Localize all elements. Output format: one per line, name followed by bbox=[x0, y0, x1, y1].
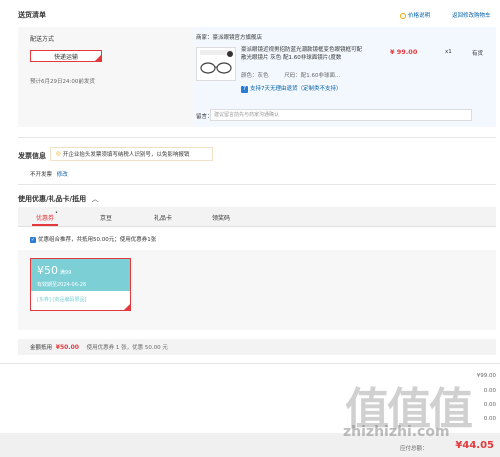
total-line-2: 0.00 bbox=[483, 388, 496, 394]
invoice-tip-text: 开企业抬头发票须填写纳税人识别号，以免影响报销 bbox=[62, 152, 190, 158]
product-thumbnail[interactable] bbox=[196, 47, 236, 81]
checkbox-checked-icon: ✓ bbox=[30, 236, 36, 243]
color-value: 灰色 bbox=[257, 73, 269, 79]
return-policy[interactable]: 7 支持7天无理由退货（定制类不支持） bbox=[241, 84, 342, 93]
active-tab-underline bbox=[32, 224, 58, 226]
chevron-up-icon: ︿ bbox=[91, 195, 99, 203]
spec-label: 尺码： bbox=[284, 73, 301, 79]
glasses-image bbox=[197, 48, 235, 80]
price-note-label: 价格说明 bbox=[408, 13, 431, 19]
delivery-eta: 预计6月29日24:00前发货 bbox=[30, 79, 95, 85]
spec-value: 配1.60非球面... bbox=[300, 73, 341, 79]
summary-label: 金额抵用 bbox=[30, 345, 53, 351]
active-dot-icon: • bbox=[55, 210, 58, 216]
product-name-link[interactable]: 豪派眼镜近视男招防蓝光潮款镜框变色眼镜框可配散光眼镜片 灰色 配1.60非球面镜… bbox=[241, 46, 367, 62]
location-pin-icon: ◎ bbox=[56, 151, 61, 157]
selected-corner-icon bbox=[95, 55, 101, 61]
total-line-4: 0.00 bbox=[483, 416, 496, 422]
section-divider bbox=[0, 363, 500, 364]
summary-amount: ¥50.00 bbox=[55, 344, 79, 351]
price-note-link[interactable]: 价格说明 bbox=[400, 11, 430, 19]
tab-gift-card[interactable]: 礼品卡 bbox=[154, 213, 172, 222]
stock-status: 有货 bbox=[472, 51, 484, 57]
color-label: 颜色： bbox=[241, 73, 258, 79]
tab-jd-beans[interactable]: 京豆 bbox=[100, 213, 112, 222]
invoice-edit-link[interactable]: 修改 bbox=[57, 172, 68, 178]
selected-corner-icon bbox=[124, 304, 130, 310]
seller-name: 商家：豪派眼镜官方旗舰店 bbox=[196, 35, 263, 41]
invoice-status-text: 不开发票 bbox=[30, 172, 53, 178]
discount-section-toggle[interactable]: 使用优惠/礼品卡/抵用 ︿ bbox=[18, 194, 99, 204]
watermark-url: zhizhizhi.com bbox=[343, 424, 450, 440]
shipping-method-label: 配送方式 bbox=[30, 36, 55, 43]
return-policy-icon: 7 bbox=[241, 86, 248, 93]
info-icon bbox=[400, 12, 406, 19]
product-specs: 颜色：灰色 尺码：配1.60非球面... bbox=[241, 71, 340, 79]
coupon-amount: ¥50 bbox=[37, 264, 58, 277]
product-quantity: x1 bbox=[445, 49, 452, 55]
checkout-page: 送货清单 价格说明 返回修改购物车 配送方式 快递运输 预计6月29日24:00… bbox=[0, 0, 500, 457]
total-line-1: ¥99.00 bbox=[476, 373, 496, 379]
coupon-card-header: ¥50 满99 有效期至2024-06-28 bbox=[31, 259, 130, 291]
section-divider bbox=[18, 184, 496, 185]
total-line-3: 0.00 bbox=[483, 402, 496, 408]
payable-amount: ¥44.05 bbox=[455, 440, 494, 451]
express-shipping-button[interactable]: 快递运输 bbox=[30, 50, 102, 62]
payable-label: 应付总额： bbox=[400, 446, 428, 452]
product-price: ¥ 99.00 bbox=[390, 48, 418, 56]
discount-section-title: 使用优惠/礼品卡/抵用 bbox=[18, 195, 87, 203]
return-edit-cart-link[interactable]: 返回修改购物车 bbox=[452, 11, 491, 19]
return-policy-label: 支持7天无理由退货（定制类不支持） bbox=[250, 86, 342, 92]
combo-recommend-text: 优惠组合推荐，共抵用50.00元；使用优惠券1张 bbox=[38, 237, 157, 243]
express-shipping-label: 快递运输 bbox=[53, 53, 78, 61]
summary-detail: 使用优惠券 1 张，优惠 50.00 元 bbox=[86, 345, 168, 351]
tab-coupons[interactable]: 优惠券 bbox=[36, 213, 54, 222]
tab-prize-code[interactable]: 领奖码 bbox=[212, 213, 230, 222]
coupon-validity: 有效期至2024-06-28 bbox=[37, 282, 87, 288]
coupon-tags: [东券] [商品编码限品] bbox=[37, 297, 87, 303]
discount-summary: 金额抵用 ¥50.00 使用优惠券 1 张，优惠 50.00 元 bbox=[30, 343, 168, 351]
discount-tabs: 优惠券 • 京豆 礼品卡 领奖码 bbox=[18, 207, 496, 227]
invoice-title: 发票信息 bbox=[18, 152, 46, 160]
combo-recommend-checkbox[interactable]: ✓ 优惠组合推荐，共抵用50.00元；使用优惠券1张 bbox=[30, 235, 156, 243]
coupon-card[interactable]: ¥50 满99 有效期至2024-06-28 [东券] [商品编码限品] bbox=[30, 258, 131, 311]
section-divider bbox=[18, 137, 496, 138]
invoice-tip: ◎ 开企业抬头发票须填写纳税人识别号，以免影响报销 bbox=[50, 147, 213, 161]
coupon-threshold: 满99 bbox=[59, 270, 72, 276]
coupon-value: ¥50 满99 bbox=[37, 264, 71, 277]
remark-input[interactable]: 建议留言前先与商家沟通确认 bbox=[210, 109, 472, 121]
delivery-list-title: 送货清单 bbox=[18, 11, 46, 19]
invoice-status: 不开发票 修改 bbox=[30, 170, 68, 178]
